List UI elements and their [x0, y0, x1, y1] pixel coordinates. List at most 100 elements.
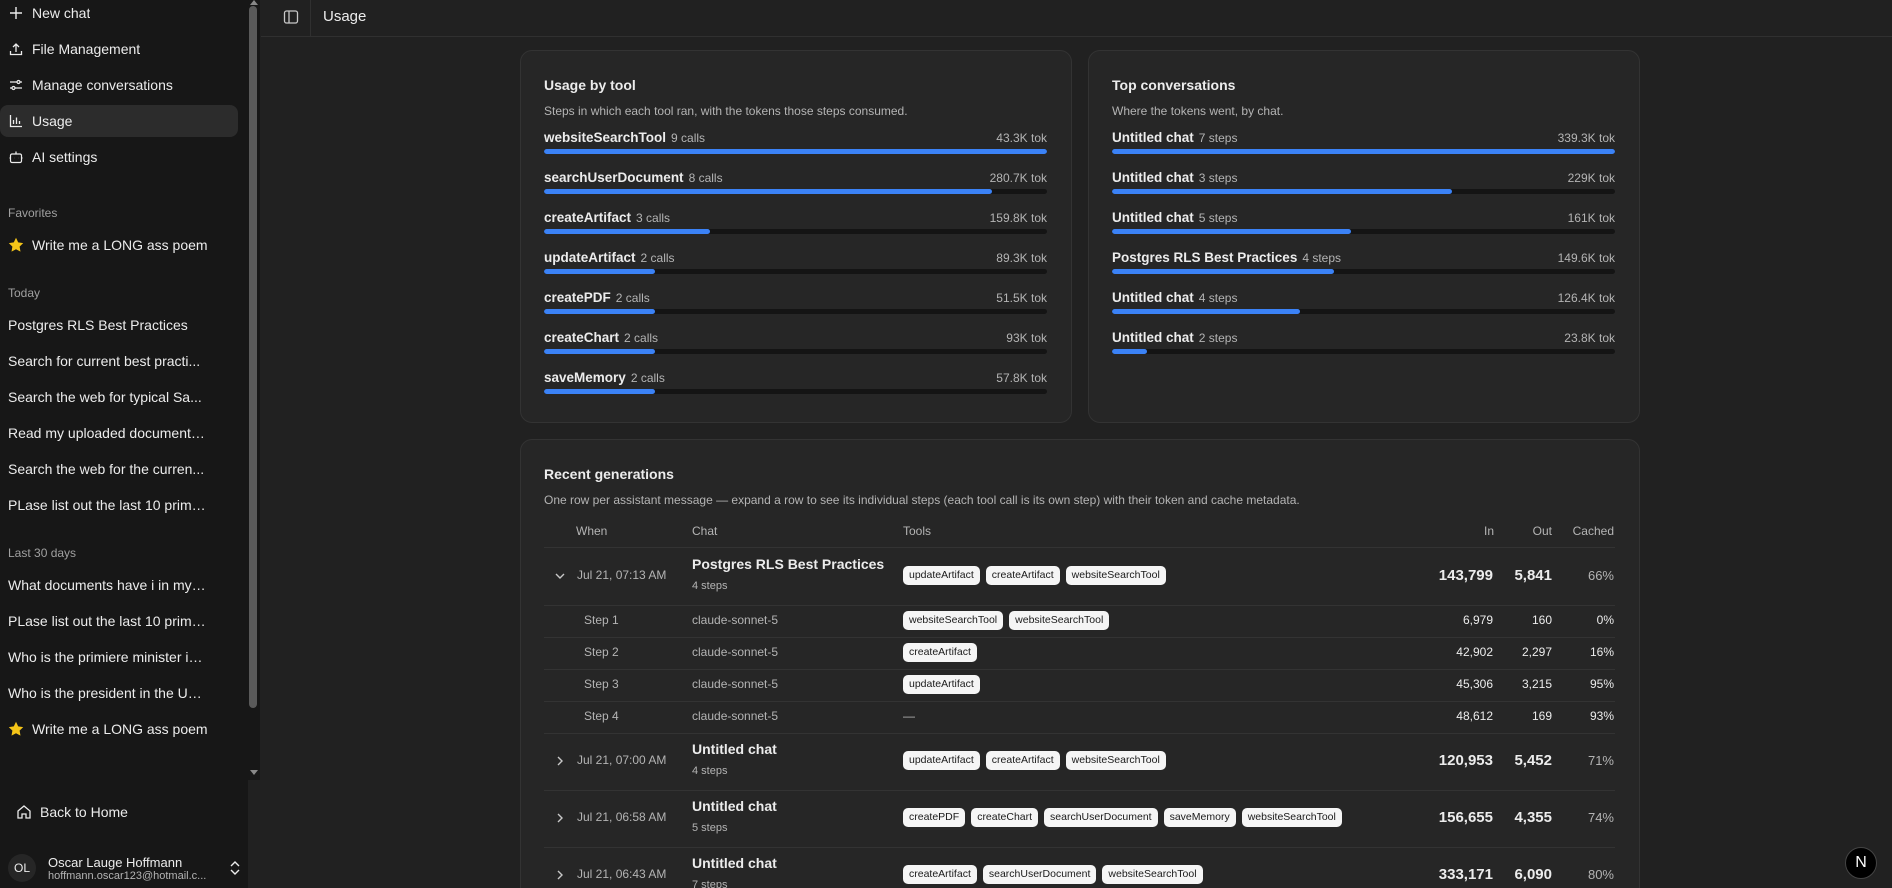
generation-cached-percent: 80%	[1587, 867, 1614, 882]
tool-usage-row-count: 2 calls	[615, 291, 650, 305]
generation-output-tokens: 5,452	[1514, 752, 1552, 769]
tool-tag: saveMemory	[1163, 808, 1236, 827]
tool-usage-row[interactable]: saveMemory 2 calls 57.8K tok	[544, 370, 1047, 400]
tool-tag: createArtifact	[903, 643, 977, 662]
tool-usage-row-tokens: 57.8K tok	[996, 371, 1047, 385]
tool-tags: createPDF createChart searchUserDocument sa…	[903, 808, 1342, 827]
tool-tags: websiteSearchTool websiteSearchTool	[903, 611, 1110, 630]
conversation-item[interactable]: PLase list out the last 10 prime...	[8, 489, 206, 521]
conversation-usage-row-bar-track	[1112, 269, 1615, 274]
recent-generations-subtitle: One row per assistant message — expand a…	[544, 493, 1300, 507]
generation-time: Jul 21, 07:13 AM	[577, 568, 667, 582]
step-output-tokens: 3,215	[1521, 677, 1552, 691]
tool-usage-row-count: 2 calls	[640, 251, 675, 265]
column-header-in[interactable]: In	[1470, 524, 1494, 538]
generation-chat-title[interactable]: Untitled chat	[692, 855, 777, 871]
column-header-cached[interactable]: Cached	[1560, 524, 1614, 538]
tool-usage-row-name: createChart 2 calls	[544, 330, 659, 345]
tool-usage-row-bar-track	[544, 149, 1047, 154]
conversation-usage-row-bar-track	[1112, 189, 1615, 194]
conversation-usage-row[interactable]: Untitled chat 3 steps 229K tok	[1112, 170, 1615, 200]
tool-usage-row-count: 2 calls	[624, 331, 659, 345]
generation-time: Jul 21, 06:43 AM	[577, 867, 667, 881]
conversation-item[interactable]: Search the web for the curren...	[8, 453, 206, 485]
conversation-usage-row[interactable]: Postgres RLS Best Practices 4 steps 149.6K…	[1112, 250, 1615, 280]
conversation-item[interactable]: PLase list out the last 10 prime...	[8, 605, 206, 637]
tool-tag: createArtifact	[985, 751, 1060, 770]
tool-usage-row-tokens: 280.7K tok	[989, 171, 1047, 185]
conversation-usage-row[interactable]: Untitled chat 4 steps 126.4K tok	[1112, 290, 1615, 320]
conversation-usage-row-name: Untitled chat 4 steps	[1112, 290, 1238, 305]
user-menu[interactable]: OL Oscar Lauge Hoffmann hoffmann.oscar12…	[0, 848, 248, 888]
scroll-down-arrow-icon[interactable]	[248, 767, 260, 779]
sidebar-scrollbar-thumb[interactable]	[249, 6, 257, 708]
conversation-usage-row-name: Untitled chat 3 steps	[1112, 170, 1238, 185]
favorite-conversation-item[interactable]: Write me a LONG ass poem	[0, 713, 238, 745]
tool-usage-row[interactable]: searchUserDocument 8 calls 280.7K tok	[544, 170, 1047, 200]
tool-usage-row-bar-fill	[544, 189, 992, 194]
generation-chat-title[interactable]: Postgres RLS Best Practices	[692, 556, 884, 572]
conversation-usage-row-tokens: 23.8K tok	[1564, 331, 1615, 345]
user-name: Oscar Lauge Hoffmann	[48, 854, 183, 870]
generation-cached-percent: 66%	[1587, 568, 1614, 583]
conversation-item[interactable]: Postgres RLS Best Practices	[8, 309, 206, 341]
tool-tag: createPDF	[903, 808, 966, 827]
tool-tags: updateArtifact createArtifact websiteSearc…	[903, 566, 1166, 585]
tool-usage-row-name: searchUserDocument 8 calls	[544, 170, 723, 185]
conversation-usage-row-name: Untitled chat 7 steps	[1112, 130, 1238, 145]
usage-nav-button[interactable]: Usage	[0, 105, 238, 137]
upload-icon	[8, 41, 24, 57]
conversation-item[interactable]: What documents have i in my ...	[8, 569, 206, 601]
scroll-up-arrow-icon[interactable]	[248, 0, 260, 8]
manage-conversations-label: Manage conversations	[32, 77, 173, 93]
column-header-when[interactable]: When	[576, 524, 607, 538]
favorite-conversation-item[interactable]: Write me a LONG ass poem	[0, 229, 238, 261]
conversation-usage-row-tokens: 126.4K tok	[1557, 291, 1615, 305]
step-output-tokens: 169	[1531, 709, 1552, 723]
ai-settings-button[interactable]: AI settings	[0, 141, 238, 173]
file-management-button[interactable]: File Management	[0, 33, 238, 65]
chevron-right-icon[interactable]	[553, 811, 567, 825]
conversation-usage-row[interactable]: Untitled chat 5 steps 161K tok	[1112, 210, 1615, 240]
toggle-sidebar-button[interactable]	[279, 5, 303, 29]
plus-icon	[8, 5, 24, 21]
conversation-item[interactable]: Read my uploaded document ...	[8, 417, 206, 449]
tool-usage-row[interactable]: createChart 2 calls 93K tok	[544, 330, 1047, 360]
table-divider	[544, 847, 1615, 848]
column-header-chat[interactable]: Chat	[692, 524, 717, 538]
manage-conversations-button[interactable]: Manage conversations	[0, 69, 238, 101]
tool-tag: createArtifact	[903, 865, 977, 884]
step-output-tokens: 160	[1531, 613, 1552, 627]
generation-chat-title[interactable]: Untitled chat	[692, 741, 777, 757]
conversation-item[interactable]: Search for current best practi...	[8, 345, 206, 377]
conversation-item[interactable]: Who is the president in the USA	[8, 677, 206, 709]
conversation-item[interactable]: Search the web for typical Sa...	[8, 381, 206, 413]
step-label: Step 3	[584, 677, 619, 691]
chevron-down-icon[interactable]	[553, 569, 567, 583]
conversation-usage-row-bar-fill	[1112, 269, 1334, 274]
step-model: claude-sonnet-5	[692, 613, 779, 627]
tool-usage-row[interactable]: createPDF 2 calls 51.5K tok	[544, 290, 1047, 320]
step-cached-percent: 16%	[1589, 645, 1614, 659]
chevron-right-icon[interactable]	[553, 868, 567, 882]
tool-usage-row[interactable]: createArtifact 3 calls 159.8K tok	[544, 210, 1047, 240]
tool-usage-row-bar-track	[544, 309, 1047, 314]
user-info: Oscar Lauge Hoffmann hoffmann.oscar123@h…	[48, 855, 218, 882]
generation-chat-title[interactable]: Untitled chat	[692, 798, 777, 814]
new-chat-button[interactable]: New chat	[0, 0, 238, 29]
conversation-usage-row[interactable]: Untitled chat 2 steps 23.8K tok	[1112, 330, 1615, 360]
tool-usage-row[interactable]: updateArtifact 2 calls 89.3K tok	[544, 250, 1047, 280]
back-to-home-label: Back to Home	[40, 804, 128, 820]
tool-usage-row-bar-track	[544, 189, 1047, 194]
next-devtools-badge[interactable]: N	[1845, 847, 1877, 879]
tool-tag: searchUserDocument	[1044, 808, 1158, 827]
step-cached-percent: 0%	[1596, 613, 1614, 627]
conversation-usage-row[interactable]: Untitled chat 7 steps 339.3K tok	[1112, 130, 1615, 160]
column-header-out[interactable]: Out	[1500, 524, 1552, 538]
conversation-usage-row-bar-fill	[1112, 349, 1148, 354]
chevron-right-icon[interactable]	[553, 754, 567, 768]
tool-usage-row[interactable]: websiteSearchTool 9 calls 43.3K tok	[544, 130, 1047, 160]
tool-usage-row-bar-fill	[544, 229, 710, 234]
conversation-item[interactable]: Who is the primiere minister in...	[8, 641, 206, 673]
back-to-home-button[interactable]: Back to Home	[8, 796, 238, 828]
